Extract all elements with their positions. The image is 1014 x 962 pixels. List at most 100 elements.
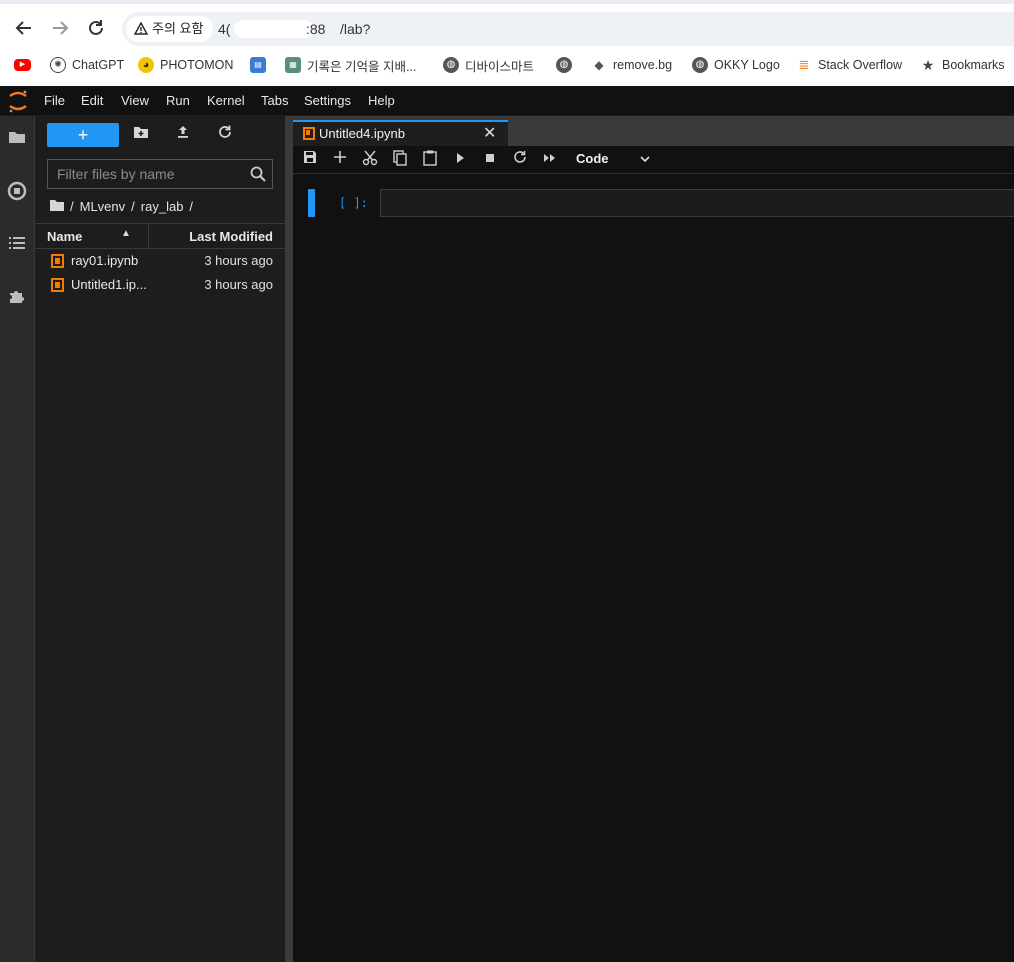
home-folder-icon[interactable] bbox=[50, 199, 64, 214]
breadcrumb-mlvenv[interactable]: MLvenv bbox=[80, 199, 126, 214]
bookmarks-bar: ▶ ✺ ChatGPT ◕ PHOTOMON ▤ ▦ 기록은 기억을 지배...… bbox=[0, 48, 1014, 86]
bookmark-removebg[interactable]: ◆ remove.bg bbox=[591, 48, 672, 82]
chatgpt-icon: ✺ bbox=[50, 57, 66, 73]
add-cell-icon[interactable] bbox=[330, 150, 350, 170]
sort-ascending-icon[interactable]: ▲ bbox=[121, 228, 131, 239]
menu-kernel[interactable]: Kernel bbox=[207, 93, 245, 108]
cell-type-select[interactable]: Code bbox=[576, 151, 609, 166]
bookmark-label: 기록은 기억을 지배... bbox=[307, 59, 417, 74]
bookmark-label: remove.bg bbox=[613, 58, 673, 72]
menu-help[interactable]: Help bbox=[368, 93, 395, 108]
file-modified: 3 hours ago bbox=[204, 253, 273, 268]
reload-icon[interactable] bbox=[84, 16, 108, 40]
bookmark-blog[interactable]: ▦ 기록은 기억을 지배... bbox=[285, 48, 416, 82]
tab-label: Untitled4.ipynb bbox=[319, 126, 405, 141]
blog-icon: ▦ bbox=[285, 57, 301, 73]
paste-icon[interactable] bbox=[420, 150, 440, 170]
browser-toolbar: 주의 요함 4( :88 /lab? bbox=[0, 0, 1014, 48]
folder-icon[interactable] bbox=[6, 128, 28, 150]
menu-run[interactable]: Run bbox=[166, 93, 190, 108]
activity-sidebar bbox=[0, 116, 35, 962]
tab-untitled4[interactable]: Untitled4.ipynb ✕ bbox=[293, 120, 508, 146]
code-cell-editor[interactable] bbox=[380, 189, 1014, 217]
file-browser: + / MLvenv / ray_lab / Name ▲ Last Modif… bbox=[35, 116, 285, 962]
restart-kernel-icon[interactable] bbox=[510, 150, 530, 170]
bookmark-photomon[interactable]: ◕ PHOTOMON bbox=[138, 48, 233, 82]
bookmark-blue[interactable]: ▤ bbox=[250, 48, 266, 82]
url-path: /lab? bbox=[340, 21, 371, 37]
notebook-panel: [ ]: bbox=[293, 174, 1014, 962]
column-divider bbox=[148, 224, 149, 248]
removebg-icon: ◆ bbox=[594, 58, 604, 72]
breadcrumb-ray-lab[interactable]: ray_lab bbox=[141, 199, 184, 214]
menu-tabs[interactable]: Tabs bbox=[261, 93, 288, 108]
menu-file[interactable]: File bbox=[44, 93, 65, 108]
notebook-icon bbox=[303, 127, 315, 140]
notebook-icon bbox=[51, 254, 64, 268]
bookmark-stackoverflow[interactable]: ≣ Stack Overflow bbox=[796, 48, 903, 82]
upload-icon[interactable] bbox=[172, 124, 194, 146]
running-kernels-icon[interactable] bbox=[6, 181, 28, 203]
copy-icon[interactable] bbox=[390, 150, 410, 170]
star-icon: ★ bbox=[921, 57, 935, 73]
bookmark-globe[interactable]: ◍ bbox=[556, 48, 572, 82]
cut-icon[interactable] bbox=[360, 150, 380, 170]
url-host: 4( bbox=[218, 21, 231, 37]
panel-resize-handle[interactable] bbox=[285, 116, 293, 962]
stop-icon[interactable] bbox=[480, 150, 500, 170]
close-icon[interactable]: ✕ bbox=[483, 123, 496, 143]
bookmark-label: Stack Overflow bbox=[818, 58, 903, 72]
filter-files-input[interactable] bbox=[47, 159, 273, 189]
globe-icon: ◍ bbox=[556, 57, 572, 73]
table-of-contents-icon[interactable] bbox=[6, 234, 28, 256]
refresh-icon[interactable] bbox=[214, 124, 236, 146]
bookmark-youtube[interactable]: ▶ bbox=[14, 48, 31, 82]
bookmark-bookmarks[interactable]: ★ Bookmarks bbox=[920, 48, 1005, 82]
menu-edit[interactable]: Edit bbox=[81, 93, 103, 108]
address-bar[interactable]: 주의 요함 4( :88 /lab? bbox=[122, 12, 1014, 46]
file-list-header: Name ▲ Last Modified bbox=[35, 223, 285, 249]
chevron-down-icon[interactable] bbox=[639, 150, 653, 168]
file-row[interactable]: ray01.ipynb 3 hours ago bbox=[35, 249, 285, 273]
notebook-blue-icon: ▤ bbox=[250, 57, 266, 73]
bookmark-devicemart[interactable]: ◍ 디바이스마트 bbox=[443, 48, 534, 82]
url-port: :88 bbox=[306, 21, 326, 37]
bookmark-label: PHOTOMON bbox=[160, 58, 234, 72]
warning-icon bbox=[134, 22, 148, 35]
security-warning-text: 주의 요함 bbox=[152, 21, 204, 36]
input-prompt: [ ]: bbox=[339, 196, 368, 210]
security-warning-chip[interactable]: 주의 요함 bbox=[126, 16, 214, 42]
new-folder-icon[interactable] bbox=[130, 124, 152, 146]
bookmark-label: OKKY Logo bbox=[714, 58, 780, 72]
column-modified-header[interactable]: Last Modified bbox=[189, 229, 273, 244]
bookmark-chatgpt[interactable]: ✺ ChatGPT bbox=[50, 48, 124, 82]
jupyter-logo-icon bbox=[9, 90, 27, 113]
back-arrow-icon[interactable] bbox=[12, 16, 36, 40]
menu-settings[interactable]: Settings bbox=[304, 93, 351, 108]
file-row[interactable]: Untitled1.ip... 3 hours ago bbox=[35, 273, 285, 297]
globe-icon: ◍ bbox=[692, 57, 708, 73]
column-name-header[interactable]: Name bbox=[47, 229, 82, 244]
url-redaction bbox=[234, 20, 314, 38]
file-name: ray01.ipynb bbox=[71, 253, 139, 268]
notebook-icon bbox=[51, 278, 64, 292]
breadcrumb: / MLvenv / ray_lab / bbox=[50, 196, 193, 216]
breadcrumb-separator: / bbox=[189, 198, 194, 214]
notebook-toolbar: Code bbox=[293, 146, 1014, 174]
bookmark-label: ChatGPT bbox=[72, 58, 125, 72]
extension-puzzle-icon[interactable] bbox=[6, 287, 28, 309]
document-tabbar: Untitled4.ipynb ✕ bbox=[293, 116, 1014, 146]
forward-arrow-icon[interactable] bbox=[48, 16, 72, 40]
new-launcher-button[interactable]: + bbox=[47, 123, 119, 147]
search-icon bbox=[249, 165, 267, 183]
run-icon[interactable] bbox=[450, 150, 470, 170]
save-icon[interactable] bbox=[300, 150, 320, 170]
fast-forward-icon[interactable] bbox=[540, 150, 560, 170]
photomon-icon: ◕ bbox=[138, 57, 154, 73]
bookmark-label: Bookmarks bbox=[942, 58, 1005, 72]
breadcrumb-separator: / bbox=[131, 198, 135, 214]
menu-view[interactable]: View bbox=[121, 93, 149, 108]
bookmark-okky[interactable]: ◍ OKKY Logo bbox=[692, 48, 780, 82]
bookmark-label: 디바이스마트 bbox=[465, 59, 535, 74]
youtube-icon: ▶ bbox=[14, 59, 31, 71]
